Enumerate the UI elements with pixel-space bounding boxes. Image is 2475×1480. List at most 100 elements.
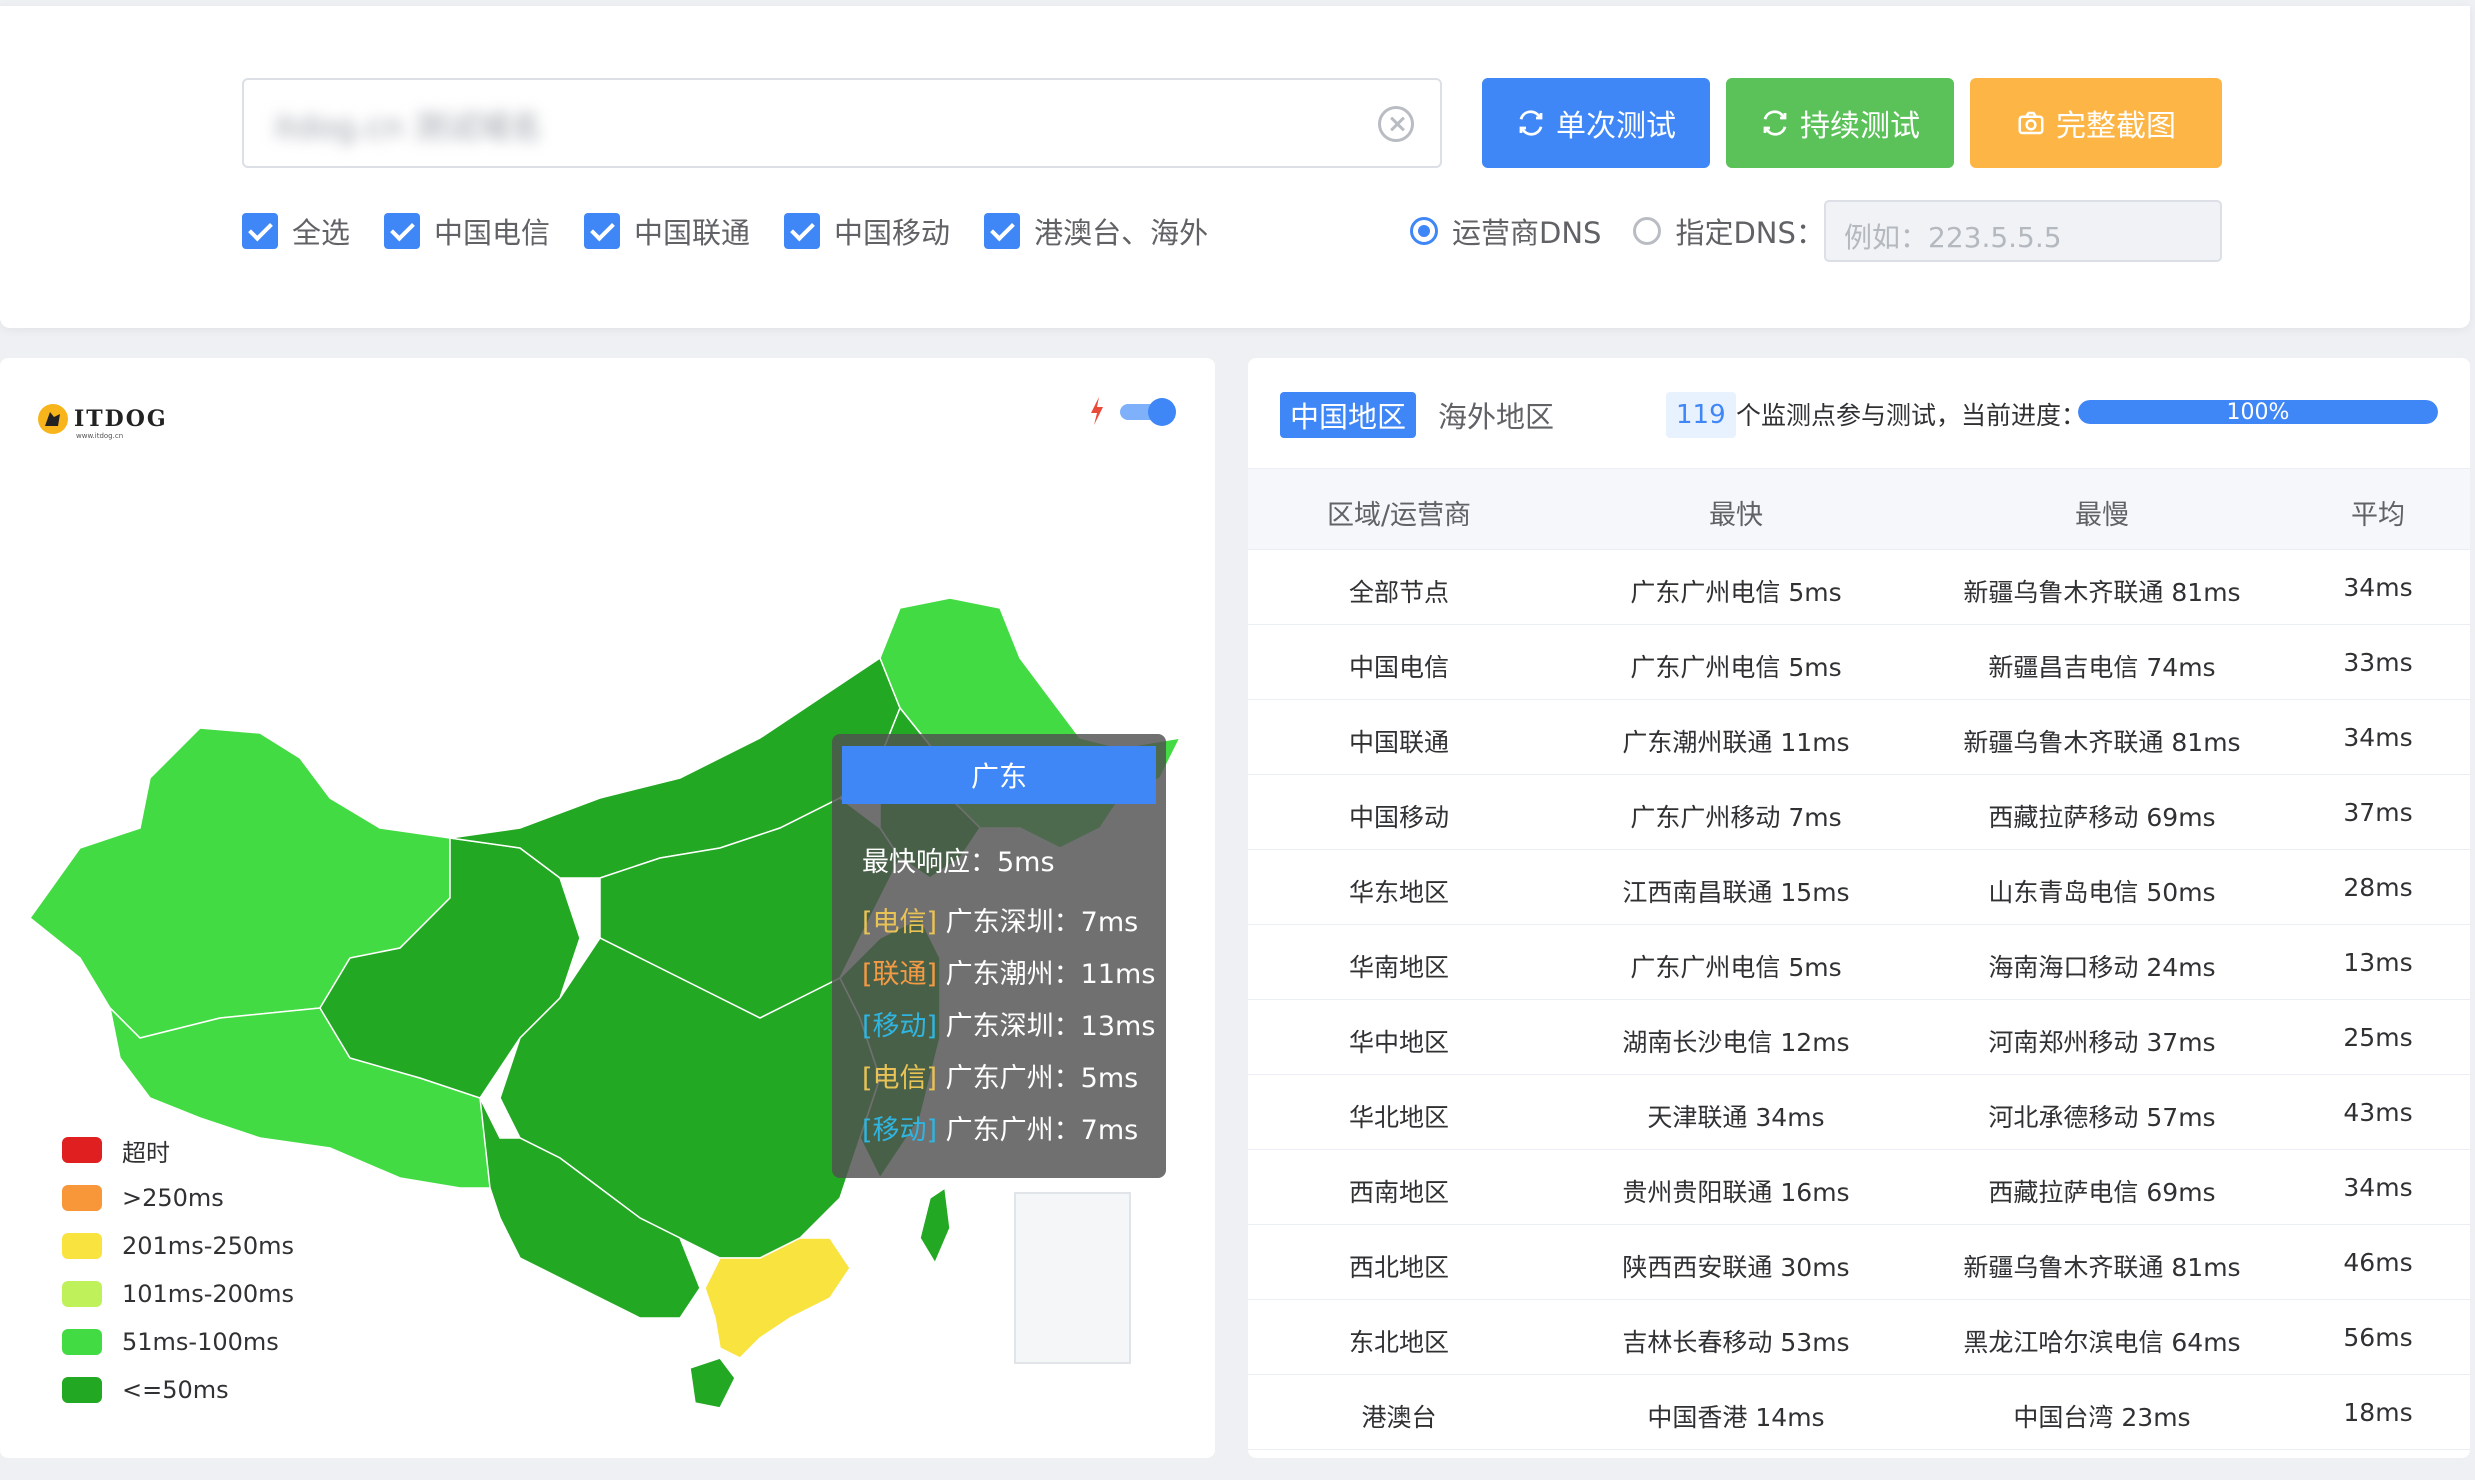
tooltip-row: [电信] 广东深圳：7ms	[862, 907, 1139, 938]
table-cell: 中国电信	[1348, 653, 1450, 682]
tooltip-row: [联通] 广东潮州：11ms	[862, 959, 1156, 990]
table-cell: 湖南长沙电信 12ms	[1622, 1028, 1850, 1057]
latency-map-panel: ITDOG www.itdog.cn 超时 >250ms 201ms-250ms…	[0, 358, 1215, 1458]
table-cell: 西北地区	[1348, 1253, 1450, 1282]
table-cell: 山东青岛电信 50ms	[1988, 878, 2216, 907]
table-cell: 18ms	[2343, 1398, 2413, 1427]
table-row: 中国电信 广东广州电信 5ms 新疆昌吉电信 74ms 33ms	[1248, 625, 2470, 700]
column-header: 最慢	[2075, 500, 2129, 531]
table-cell: 25ms	[2343, 1023, 2413, 1052]
url-input[interactable]: itdog.cn 测试域名	[242, 78, 1442, 168]
radio-custom-dns[interactable]: 指定DNS：	[1633, 210, 1825, 252]
table-cell: 34ms	[2343, 1173, 2413, 1202]
table-row: 华东地区 江西南昌联通 15ms 山东青岛电信 50ms 28ms	[1248, 850, 2470, 925]
table-cell: 吉林长春移动 53ms	[1622, 1328, 1850, 1357]
tooltip-row: [移动] 广东深圳：13ms	[862, 1011, 1156, 1042]
tab-china[interactable]: 中国地区	[1280, 392, 1417, 438]
legend-item: 超时	[62, 1126, 294, 1174]
table-row: 全部节点 广东广州电信 5ms 新疆乌鲁木齐联通 81ms 34ms	[1248, 550, 2470, 625]
table-cell: 新疆乌鲁木齐联通 81ms	[1963, 578, 2241, 607]
table-cell: 广东广州电信 5ms	[1630, 578, 1842, 607]
table-cell: 13ms	[2343, 948, 2413, 977]
progress-fill: 100%	[2078, 400, 2438, 424]
table-cell: 34ms	[2343, 723, 2413, 752]
legend-item: 201ms-250ms	[62, 1222, 294, 1270]
isp-filter-group: 全选 中国电信 中国联通 中国移动 港澳台、海外	[242, 206, 1242, 256]
table-cell: 港澳台	[1361, 1403, 1437, 1432]
refresh-icon	[1519, 110, 1543, 136]
single-test-label: 单次测试	[1556, 109, 1676, 144]
table-row: 中国移动 广东广州移动 7ms 西藏拉萨移动 69ms 37ms	[1248, 775, 2470, 850]
legend-swatch	[62, 1329, 102, 1355]
legend-item: >250ms	[62, 1174, 294, 1222]
node-count-text: 个监测点参与测试，当前进度：	[1736, 401, 2087, 430]
checkbox-telecom[interactable]: 中国电信	[384, 210, 550, 252]
auto-refresh-toggle[interactable]	[1120, 398, 1176, 426]
lightning-icon	[1091, 397, 1103, 425]
stats-panel: 中国地区 海外地区 119 个监测点参与测试，当前进度： 100% 区域/运营商…	[1248, 358, 2470, 1458]
checkbox-unicom[interactable]: 中国联通	[584, 210, 750, 252]
single-test-button[interactable]: 单次测试	[1482, 78, 1710, 168]
table-row: 中国联通 广东潮州联通 11ms 新疆乌鲁木齐联通 81ms 34ms	[1248, 700, 2470, 775]
clear-icon[interactable]	[1378, 106, 1414, 142]
checkbox-select-all[interactable]: 全选	[242, 210, 350, 252]
table-cell: 广东广州电信 5ms	[1630, 953, 1842, 982]
table-cell: 西南地区	[1348, 1178, 1450, 1207]
tooltip-row: [电信] 广东广州：5ms	[862, 1063, 1139, 1094]
screenshot-label: 完整截图	[2056, 109, 2176, 144]
table-cell: 江西南昌联通 15ms	[1622, 878, 1850, 907]
continuous-test-button[interactable]: 持续测试	[1726, 78, 1954, 168]
table-cell: 中国移动	[1348, 803, 1450, 832]
checkbox-checked-icon	[984, 213, 1021, 249]
table-cell: 西藏拉萨移动 69ms	[1988, 803, 2216, 832]
checkbox-mobile[interactable]: 中国移动	[784, 210, 950, 252]
table-cell: 46ms	[2343, 1248, 2413, 1277]
table-cell: 43ms	[2343, 1098, 2413, 1127]
legend-swatch	[62, 1377, 102, 1403]
map-legend: 超时 >250ms 201ms-250ms 101ms-200ms 51ms-1…	[62, 1126, 294, 1414]
custom-dns-input[interactable]: 例如：223.5.5.5	[1824, 200, 2222, 262]
legend-swatch	[62, 1233, 102, 1259]
camera-icon	[2018, 111, 2044, 135]
table-cell: 贵州贵阳联通 16ms	[1622, 1178, 1850, 1207]
table-row: 华南地区 广东广州电信 5ms 海南海口移动 24ms 13ms	[1248, 925, 2470, 1000]
checkbox-overseas[interactable]: 港澳台、海外	[984, 210, 1208, 252]
table-cell: 新疆乌鲁木齐联通 81ms	[1963, 728, 2241, 757]
table-row: 华中地区 湖南长沙电信 12ms 河南郑州移动 37ms 25ms	[1248, 1000, 2470, 1075]
legend-item: <=50ms	[62, 1366, 294, 1414]
itdog-logo: ITDOG www.itdog.cn	[36, 402, 168, 440]
tooltip-node-list: [电信] 广东深圳：7ms [联通] 广东潮州：11ms [移动] 广东深圳：1…	[862, 900, 1155, 1160]
checkbox-checked-icon	[242, 213, 278, 249]
table-cell: 中国联通	[1348, 728, 1450, 757]
refresh-icon	[1763, 110, 1787, 136]
node-count-badge: 119	[1666, 392, 1736, 438]
table-row: 华北地区 天津联通 34ms 河北承德移动 57ms 43ms	[1248, 1075, 2470, 1150]
screenshot-button[interactable]: 完整截图	[1970, 78, 2222, 168]
table-cell: 华北地区	[1348, 1103, 1450, 1132]
table-cell: 华东地区	[1348, 878, 1450, 907]
legend-swatch	[62, 1185, 102, 1211]
dog-logo-icon	[38, 404, 68, 434]
table-cell: 河南郑州移动 37ms	[1988, 1028, 2216, 1057]
continuous-test-label: 持续测试	[1800, 109, 1920, 144]
legend-swatch	[62, 1137, 102, 1163]
column-header: 平均	[2351, 500, 2405, 531]
column-header: 区域/运营商	[1326, 500, 1472, 531]
radio-isp-dns[interactable]: 运营商DNS	[1410, 210, 1601, 252]
table-cell: 全部节点	[1348, 578, 1450, 607]
tab-overseas[interactable]: 海外地区	[1428, 392, 1564, 438]
url-input-value: itdog.cn 测试域名	[274, 108, 542, 146]
test-control-panel: itdog.cn 测试域名 单次测试 持续测试 完整截图 全选 中国电信 中国联…	[0, 6, 2470, 328]
checkbox-checked-icon	[784, 213, 821, 249]
tooltip-fastest: 最快响应：5ms	[862, 847, 1055, 878]
table-cell: 华南地区	[1348, 953, 1450, 982]
column-header: 最快	[1709, 500, 1763, 531]
table-cell: 黑龙江哈尔滨电信 64ms	[1963, 1328, 2241, 1357]
table-cell: 陕西西安联通 30ms	[1622, 1253, 1850, 1282]
stats-table-body: 全部节点 广东广州电信 5ms 新疆乌鲁木齐联通 81ms 34ms 中国电信 广东广州电…	[1248, 550, 2470, 1450]
table-cell: 56ms	[2343, 1323, 2413, 1352]
table-cell: 中国香港 14ms	[1647, 1403, 1825, 1432]
table-cell: 海南海口移动 24ms	[1988, 953, 2216, 982]
table-row: 港澳台 中国香港 14ms 中国台湾 23ms 18ms	[1248, 1375, 2470, 1450]
radio-selected-icon	[1410, 217, 1438, 245]
